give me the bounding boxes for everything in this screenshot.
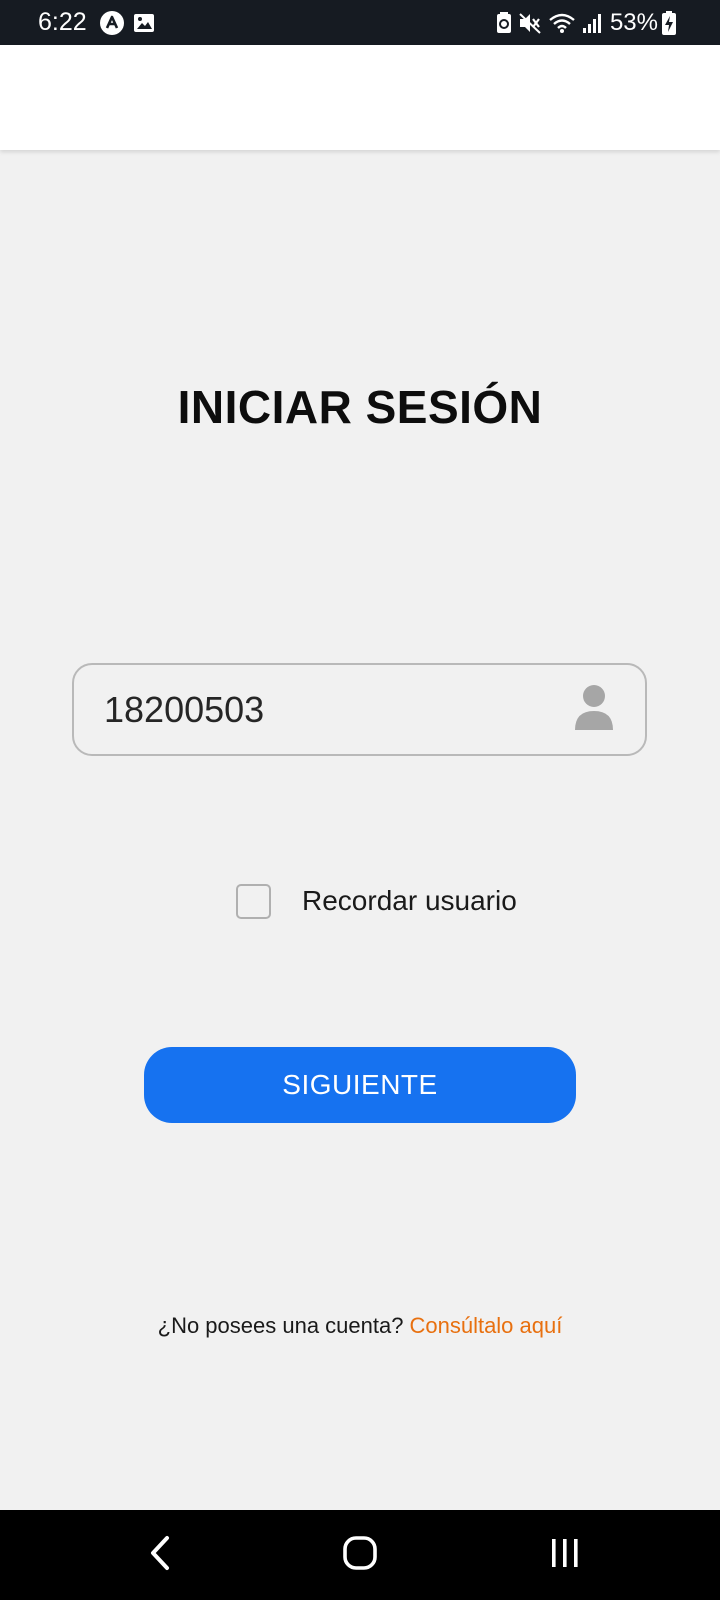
remember-user-checkbox[interactable] bbox=[236, 883, 271, 919]
home-button[interactable] bbox=[330, 1510, 390, 1600]
image-icon bbox=[133, 13, 155, 33]
battery-percent: 53% bbox=[609, 8, 658, 36]
remember-user-label[interactable]: Recordar usuario bbox=[302, 885, 517, 917]
remember-user-row[interactable]: Recordar usuario bbox=[236, 882, 517, 920]
signup-prompt: ¿No posees una cuenta? Consúltalo aquí bbox=[0, 1313, 720, 1339]
battery-saver-icon bbox=[496, 11, 512, 34]
recents-icon bbox=[548, 1536, 582, 1575]
page-title: INICIAR SESIÓN bbox=[177, 381, 543, 433]
signal-icon bbox=[582, 13, 604, 33]
app-bar bbox=[0, 45, 720, 150]
status-left: 6:22 bbox=[38, 8, 163, 37]
user-id-value[interactable]: 18200503 bbox=[104, 689, 573, 731]
navigation-bar bbox=[0, 1510, 720, 1600]
battery-charging-icon bbox=[662, 10, 676, 35]
status-time: 6:22 bbox=[38, 8, 87, 36]
login-screen: 6:22 53% INICIAR SESIÓN 18200503 Recorda… bbox=[0, 0, 720, 1600]
signup-question: ¿No posees una cuenta? bbox=[157, 1313, 404, 1338]
status-bar: 6:22 53% bbox=[0, 0, 720, 45]
signup-link[interactable]: Consúltalo aquí bbox=[409, 1313, 562, 1338]
status-right: 53% bbox=[496, 9, 682, 37]
recents-button[interactable] bbox=[535, 1510, 595, 1600]
notification-a-icon bbox=[99, 10, 125, 36]
back-icon bbox=[147, 1535, 173, 1576]
person-icon bbox=[573, 682, 615, 737]
back-button[interactable] bbox=[130, 1510, 190, 1600]
next-button[interactable]: SIGUIENTE bbox=[144, 1047, 576, 1123]
mute-icon bbox=[518, 12, 542, 34]
wifi-icon bbox=[548, 12, 576, 34]
user-id-field[interactable]: 18200503 bbox=[72, 663, 647, 756]
home-icon bbox=[342, 1535, 378, 1576]
